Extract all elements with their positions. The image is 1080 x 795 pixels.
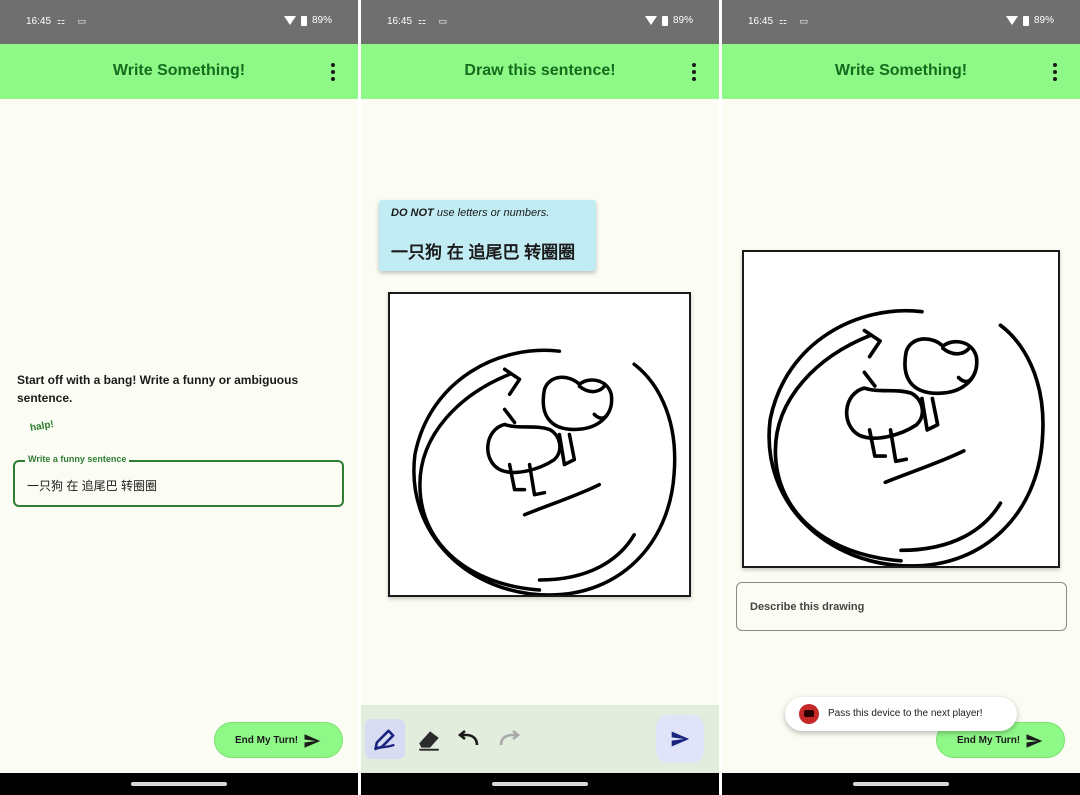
undo-icon[interactable]	[449, 719, 489, 759]
submit-drawing-button[interactable]	[656, 715, 704, 763]
screen-write-sentence: 16:45 ⚏ ▭ 89% Write Something! Start off…	[0, 0, 358, 795]
sketch-drawing	[412, 348, 677, 595]
received-drawing	[742, 250, 1060, 568]
sentence-field-label: Write a funny sentence	[25, 454, 130, 464]
send-icon	[1026, 734, 1043, 748]
status-time: 16:45	[387, 16, 413, 27]
toast-message: Pass this device to the next player!	[828, 708, 983, 719]
app-bar: Write Something!	[722, 44, 1080, 99]
sketch-drawing	[767, 308, 1045, 566]
describe-drawing-input[interactable]: Describe this drawing	[736, 582, 1067, 631]
screen-draw-sentence: 16:45 ⚏ ▭ 89% Draw this sentence! DO NOT…	[361, 0, 719, 795]
page-title: Write Something!	[834, 62, 968, 79]
drawing-rule-text: DO NOT use letters or numbers.	[391, 207, 549, 219]
sentence-field[interactable]: Write a funny sentence 一只狗 在 追尾巴 转圈圈	[13, 454, 344, 507]
home-handle[interactable]	[492, 782, 588, 786]
game-controller-icon	[799, 704, 819, 724]
status-notification-icons: ⚏ ▭	[57, 16, 92, 26]
page-title: Draw this sentence!	[464, 62, 616, 79]
app-bar: Draw this sentence!	[361, 44, 719, 99]
halp-badge: halp!	[29, 419, 55, 434]
app-bar: Write Something!	[0, 44, 358, 99]
nav-bar	[361, 773, 719, 795]
status-time: 16:45	[748, 16, 774, 27]
describe-drawing-placeholder: Describe this drawing	[750, 601, 865, 613]
end-turn-label: End My Turn!	[957, 735, 1021, 746]
status-notification-icons: ⚏ ▭	[418, 16, 453, 26]
sentence-card: DO NOT use letters or numbers. 一只狗 在 追尾巴…	[379, 200, 596, 271]
drawing-rule-rest: use letters or numbers.	[433, 207, 550, 219]
drawing-canvas[interactable]	[388, 292, 691, 597]
more-vert-icon[interactable]	[328, 63, 338, 81]
battery-icon	[661, 15, 668, 26]
nav-bar	[0, 773, 358, 795]
battery-icon	[300, 15, 307, 26]
wifi-icon	[283, 16, 296, 25]
send-icon	[671, 731, 690, 747]
status-bar: 16:45 ⚏ ▭ 89%	[722, 0, 1080, 44]
status-bar: 16:45 ⚏ ▭ 89%	[0, 0, 358, 44]
pen-icon[interactable]	[365, 719, 405, 759]
nav-bar	[722, 773, 1080, 795]
more-vert-icon[interactable]	[1050, 63, 1060, 81]
end-turn-button[interactable]: End My Turn!	[214, 722, 343, 758]
battery-level: 89%	[1033, 15, 1054, 26]
status-time: 16:45	[26, 16, 52, 27]
wifi-icon	[644, 16, 657, 25]
page-title: Write Something!	[112, 62, 246, 79]
home-handle[interactable]	[131, 782, 227, 786]
end-turn-label: End My Turn!	[235, 735, 299, 746]
sentence-field-value[interactable]: 一只狗 在 追尾巴 转圈圈	[27, 477, 157, 494]
eraser-icon[interactable]	[409, 719, 449, 759]
home-handle[interactable]	[853, 782, 949, 786]
screen-describe-drawing: 16:45 ⚏ ▭ 89% Write Something! Describe …	[722, 0, 1080, 795]
pass-device-toast: Pass this device to the next player!	[785, 697, 1017, 731]
battery-icon	[1022, 15, 1029, 26]
battery-level: 89%	[311, 15, 332, 26]
battery-level: 89%	[672, 15, 693, 26]
status-notification-icons: ⚏ ▭	[779, 16, 814, 26]
more-vert-icon[interactable]	[689, 63, 699, 81]
send-icon	[304, 734, 321, 748]
redo-icon[interactable]	[489, 719, 529, 759]
drawing-rule-emphasis: DO NOT	[391, 207, 434, 219]
wifi-icon	[1005, 16, 1018, 25]
drawing-toolbar	[361, 705, 719, 773]
prompt-text: Start off with a bang! Write a funny or …	[17, 373, 299, 405]
sentence-to-draw: 一只狗 在 追尾巴 转圈圈	[391, 243, 576, 262]
status-bar: 16:45 ⚏ ▭ 89%	[361, 0, 719, 44]
